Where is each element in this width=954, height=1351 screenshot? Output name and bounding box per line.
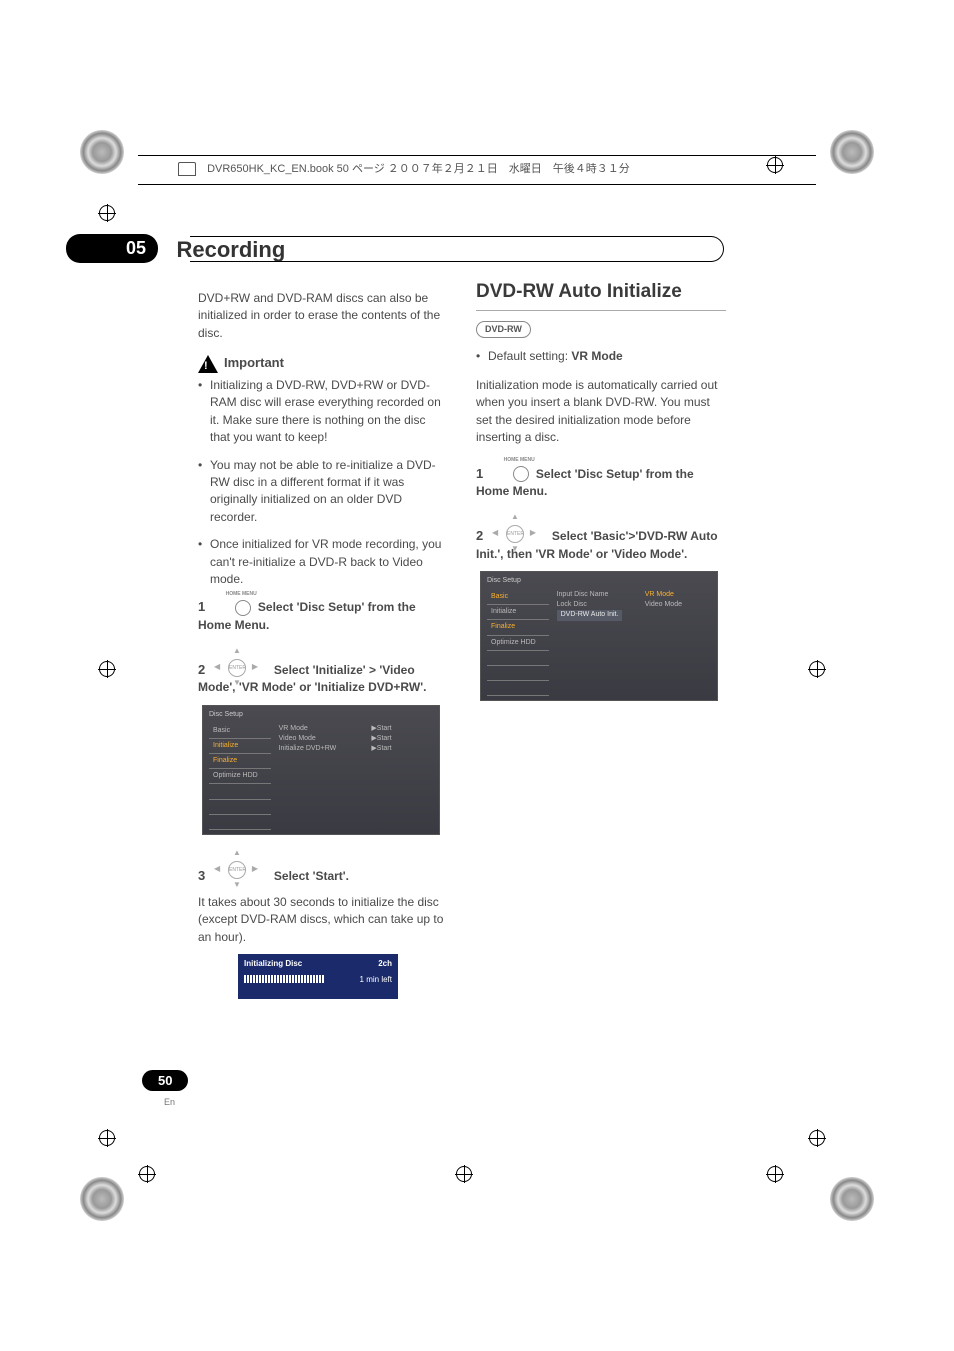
header-text: DVR650HK_KC_EN.book 50 ページ ２００７年２月２１日 水曜… xyxy=(207,163,630,175)
initializing-progress-dialog: Initializing Disc 2ch 1 min left xyxy=(238,954,398,999)
chapter-number: 05 xyxy=(66,234,158,263)
crop-mark-icon xyxy=(138,1165,156,1183)
important-label: Important xyxy=(224,354,284,373)
important-item: Once initialized for VR mode recording, … xyxy=(198,536,448,588)
intro-paragraph: DVD+RW and DVD-RAM discs can also be ini… xyxy=(198,290,448,342)
important-item: Initializing a DVD-RW, DVD+RW or DVD-RAM… xyxy=(198,377,448,447)
chapter-pill-border xyxy=(190,236,724,262)
progress-time: 1 min left xyxy=(360,974,392,986)
progress-channels: 2ch xyxy=(378,958,392,970)
disc-setup-screenshot-2: Disc Setup Basic Initialize Finalize Opt… xyxy=(480,571,718,701)
step-text: Select 'Disc Setup' from the Home Menu. xyxy=(198,600,416,632)
menu-title: Disc Setup xyxy=(487,577,521,584)
important-item: You may not be able to re-initialize a D… xyxy=(198,457,448,527)
crop-mark-icon xyxy=(98,660,116,678)
page-number: 50 xyxy=(142,1070,188,1091)
step-number: 1 xyxy=(476,466,483,481)
menu-title: Disc Setup xyxy=(209,711,243,718)
print-swirl-icon xyxy=(830,1177,874,1221)
book-icon xyxy=(178,162,196,176)
crop-mark-icon xyxy=(808,1129,826,1147)
disc-setup-screenshot-1: Disc Setup Basic Initialize Finalize Opt… xyxy=(202,705,440,835)
step-text: Select 'Disc Setup' from the Home Menu. xyxy=(476,467,694,499)
page-language: En xyxy=(164,1097,175,1107)
section-heading: DVD-RW Auto Initialize xyxy=(476,278,726,311)
print-swirl-icon xyxy=(80,130,124,174)
crop-mark-icon xyxy=(98,204,116,222)
disc-type-badge: DVD-RW xyxy=(476,321,531,338)
step-1: 1 HOME MENU Select 'Disc Setup' from the… xyxy=(198,598,448,634)
print-swirl-icon xyxy=(830,130,874,174)
crop-mark-icon xyxy=(455,1165,473,1183)
enter-dpad-icon: ENTER ▲▼◀▶ xyxy=(216,849,256,889)
body-paragraph: Initialization mode is automatically car… xyxy=(476,377,726,447)
step-1: 1 HOME MENU Select 'Disc Setup' from the… xyxy=(476,465,726,501)
enter-dpad-icon: ENTER ▲▼◀▶ xyxy=(494,513,534,553)
crop-mark-icon xyxy=(808,660,826,678)
warning-icon: ! xyxy=(198,355,218,373)
default-setting: Default setting: VR Mode xyxy=(476,348,726,365)
progress-title: Initializing Disc xyxy=(244,958,302,970)
book-header: DVR650HK_KC_EN.book 50 ページ ２００７年２月２１日 水曜… xyxy=(138,155,816,185)
print-swirl-icon xyxy=(80,1177,124,1221)
crop-mark-icon xyxy=(98,1129,116,1147)
progress-bar-icon xyxy=(244,975,324,983)
step-3-after: It takes about 30 seconds to initialize … xyxy=(198,894,448,946)
home-menu-button-icon: HOME MENU xyxy=(513,466,529,482)
home-menu-button-icon: HOME MENU xyxy=(235,600,251,616)
right-column: DVD-RW Auto Initialize DVD-RW Default se… xyxy=(476,278,726,999)
crop-mark-icon xyxy=(766,1165,784,1183)
step-number: 1 xyxy=(198,599,205,614)
enter-dpad-icon: ENTER ▲▼◀▶ xyxy=(216,647,256,687)
important-list: Initializing a DVD-RW, DVD+RW or DVD-RAM… xyxy=(198,377,448,588)
left-column: DVD+RW and DVD-RAM discs can also be ini… xyxy=(198,278,448,999)
